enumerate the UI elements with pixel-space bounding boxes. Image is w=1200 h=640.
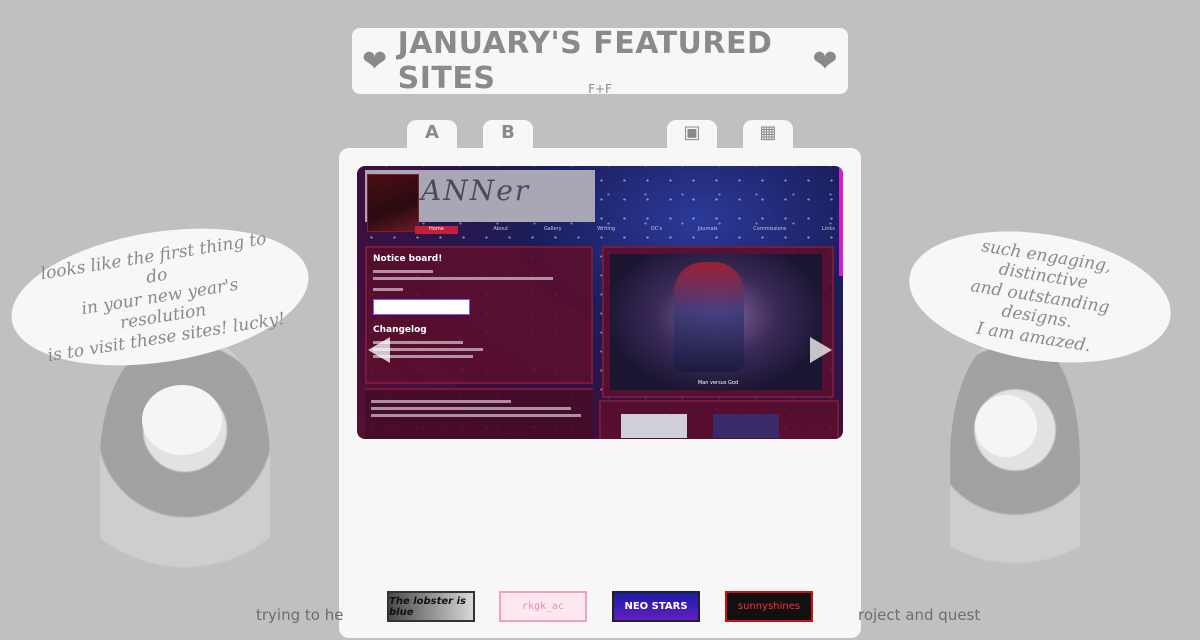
character-face-left xyxy=(142,385,222,455)
character-illustration-right xyxy=(950,340,1080,640)
art-caption: Man versus God xyxy=(697,380,739,386)
text-line xyxy=(371,414,581,417)
page-subtitle: F+F xyxy=(588,82,612,96)
site-button-lobster[interactable]: The lobster is blue xyxy=(387,591,475,622)
bottom-text-left: trying to he xyxy=(256,606,344,624)
site-name: ANNer xyxy=(421,174,531,207)
site-nav-item: About xyxy=(493,226,509,232)
text-line xyxy=(371,407,571,410)
site-nav-item: OC's xyxy=(650,226,663,232)
gallery-thumbnail xyxy=(621,414,687,438)
site-avatar xyxy=(367,174,419,232)
site-nav-item: Home xyxy=(415,226,458,234)
previous-arrow-icon[interactable] xyxy=(368,337,390,363)
site-scrollbar xyxy=(839,166,843,276)
art-figure xyxy=(674,262,744,372)
bottom-text-right: roject and quest xyxy=(858,606,981,624)
intro-text xyxy=(365,388,593,439)
next-arrow-icon[interactable] xyxy=(810,337,832,363)
gallery-strip xyxy=(599,400,839,439)
text-line xyxy=(371,400,511,403)
character-face-right xyxy=(975,395,1037,457)
speech-bubble-right: such engaging, distinctive and outstandi… xyxy=(899,214,1181,380)
site-nav-item: Commissions xyxy=(753,226,787,232)
tab-a[interactable]: A xyxy=(407,120,457,150)
speech-bubble-left: looks like the first thing to do in your… xyxy=(1,209,319,385)
code-snippet xyxy=(373,299,470,315)
single-view-icon[interactable]: ▣ xyxy=(667,120,717,150)
grid-view-icon[interactable]: ▦ xyxy=(743,120,793,150)
site-nav-item: Links xyxy=(822,226,835,232)
text-line xyxy=(373,277,553,280)
featured-site-screenshot[interactable]: ANNer Home About Gallery Writing OC's Jo… xyxy=(357,166,843,439)
notice-board-title: Notice board! xyxy=(373,254,443,264)
gallery-thumbnail xyxy=(713,414,779,438)
site-nav-item: Writing xyxy=(597,226,616,232)
text-line xyxy=(373,288,403,291)
notice-board: Notice board! Changelog xyxy=(365,246,593,384)
site-button-rkgk[interactable]: rkgk_ac xyxy=(499,591,587,622)
tab-b[interactable]: B xyxy=(483,120,533,150)
site-nav: Home About Gallery Writing OC's Journals… xyxy=(415,226,835,234)
site-nav-item: Journals xyxy=(697,226,718,232)
site-button-neostars[interactable]: NEO STARS xyxy=(612,591,700,622)
site-nav-item: Gallery xyxy=(543,226,562,232)
heart-icon: ❤ xyxy=(812,43,838,79)
site-button-sunnyshines[interactable]: sunnyshines xyxy=(725,591,813,622)
text-line xyxy=(373,270,433,273)
heart-icon: ❤ xyxy=(362,43,388,79)
changelog-title: Changelog xyxy=(373,325,427,335)
featured-art: Man versus God xyxy=(602,246,834,398)
